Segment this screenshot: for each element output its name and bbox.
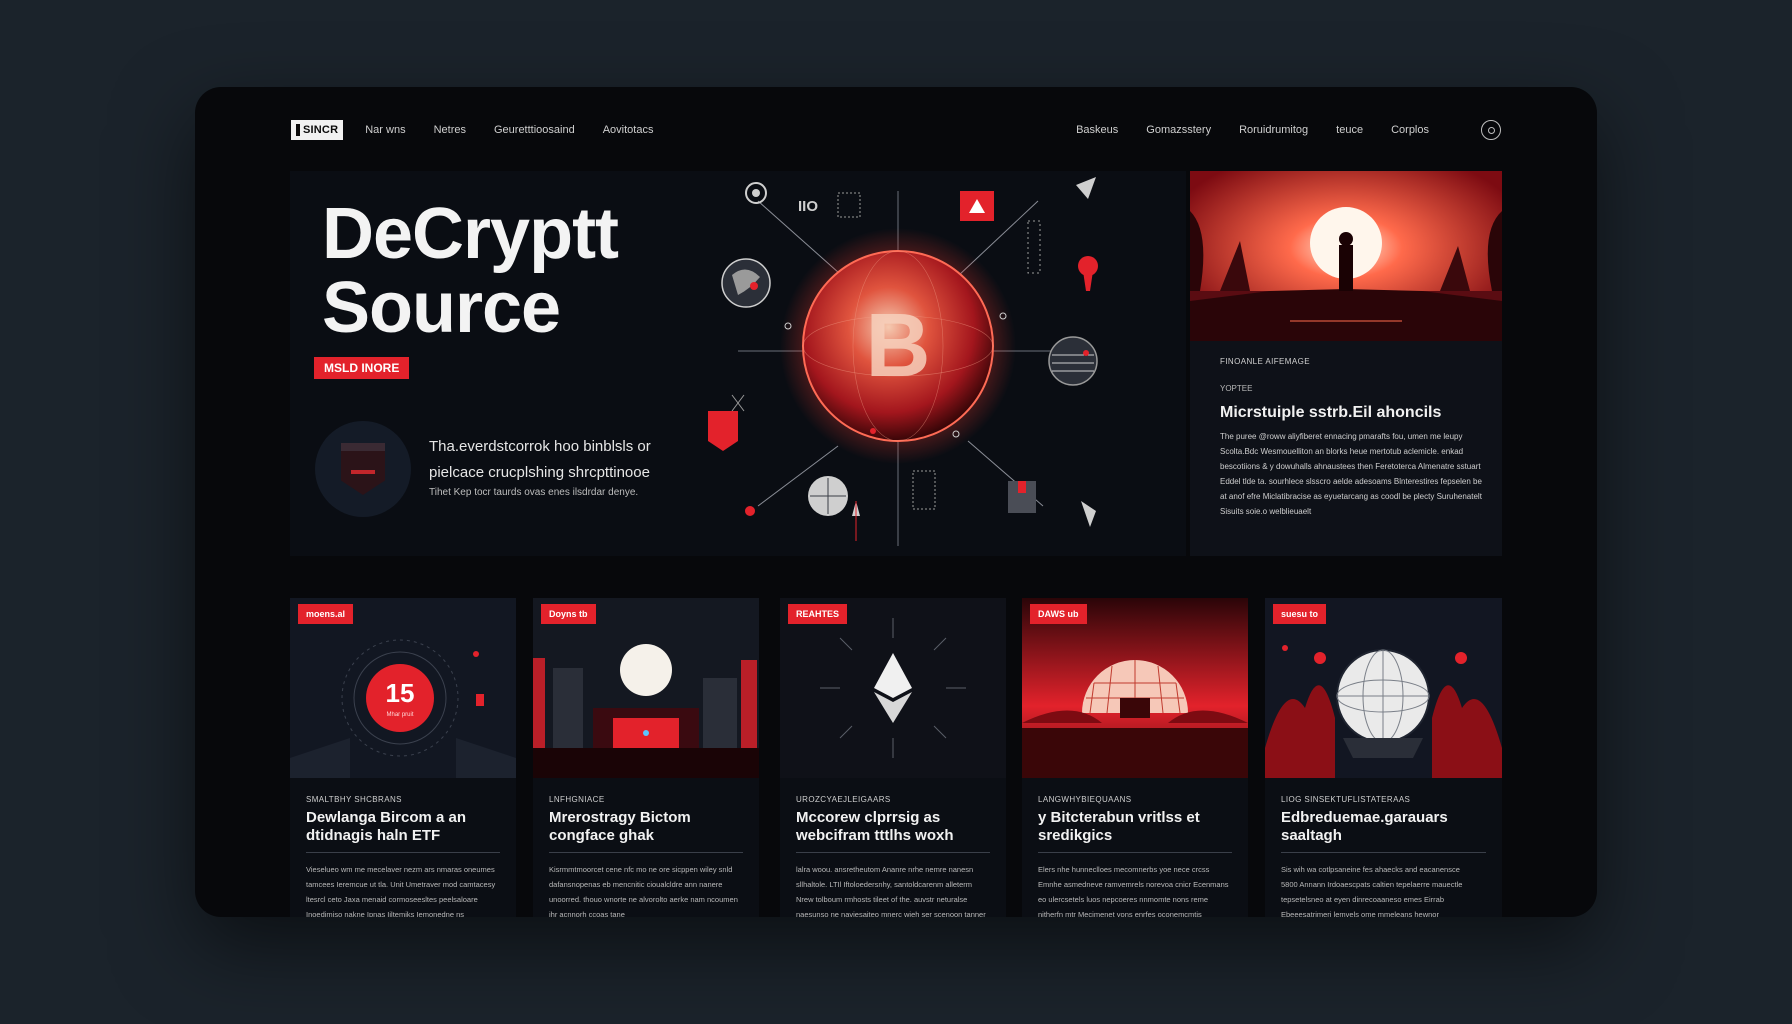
card-kicker: LIOG SINSEKTUFLISTATERAAS <box>1281 795 1411 804</box>
logo-text: SINCR <box>303 124 339 136</box>
top-nav: SINCR Nar wns Netres Geuretttioosaind Ao… <box>291 115 1501 145</box>
article-card-4[interactable]: DAWS ub LANGWHYBIEQUAANS y Bitcterabun v… <box>1022 598 1248 917</box>
bitcoin-symbol: B <box>866 296 931 396</box>
card-tag: suesu to <box>1273 604 1327 624</box>
nav-item-3[interactable]: Geuretttioosaind <box>494 124 575 136</box>
card-kicker: SMALTBHY SHCBRANS <box>306 795 402 804</box>
search-icon[interactable] <box>1481 120 1501 140</box>
hero-caption: Tihet Kep tocr taurds ovas enes ilsdrdar… <box>429 487 639 498</box>
card-tag: REAHTES <box>788 604 848 624</box>
nav-left-group: Nar wns Netres Geuretttioosaind Aovitota… <box>365 124 653 136</box>
nav-right-group: Baskeus Gomazsstery Roruidrumitog teuce … <box>1076 124 1429 136</box>
art-counter-label: IIO <box>798 198 818 215</box>
card-body: Vieselueo wm me mecelaver nezm ars nmara… <box>306 865 496 917</box>
bitcoin-globe-illustration: B IIO <box>708 177 1098 546</box>
article-cards: 15 Mhar pruit moens.al SMALTBHY SHCBRANS… <box>290 598 1502 917</box>
badge-stripe <box>351 470 375 474</box>
card-body: lalra woou. ansretheutom Ananre nrhe nem… <box>796 865 986 917</box>
hero-title: DeCryptt Source <box>322 194 619 348</box>
article-card-2[interactable]: Doyns tb LNFHGNIACE Mrerostragy Bictom c… <box>533 598 759 917</box>
card-divider <box>796 852 990 853</box>
feature-subkicker: YOPTEE <box>1220 384 1253 393</box>
card-title: Dewlanga Bircom a an dtidnagis haln ETF <box>306 809 467 844</box>
feature-image <box>1190 171 1502 341</box>
card-3-image <box>780 598 1006 778</box>
site-logo[interactable]: SINCR <box>291 120 344 140</box>
card-divider <box>306 852 500 853</box>
card-2-image <box>533 598 759 778</box>
app-window: SINCR Nar wns Netres Geuretttioosaind Ao… <box>195 87 1597 917</box>
card-5-image <box>1265 598 1502 778</box>
card-tag: DAWS ub <box>1030 604 1087 624</box>
hero-badge-avatar <box>315 421 411 517</box>
logo-mark-icon <box>296 124 300 136</box>
nav-item-1[interactable]: Nar wns <box>365 124 405 136</box>
article-card-5[interactable]: suesu to LIOG SINSEKTUFLISTATERAAS Edbre… <box>1265 598 1502 917</box>
nav-item-4[interactable]: Aovitotacs <box>603 124 654 136</box>
card-body: Sis wih wa cotlpsaneine fes ahaecks and … <box>1281 865 1463 917</box>
card-body: Kisrmmtmoorcet cene nfc mo ne ore sicppe… <box>549 865 738 917</box>
counter-number: 15 <box>386 678 415 708</box>
card-tag: Doyns tb <box>541 604 596 624</box>
card-divider <box>1038 852 1232 853</box>
card-title: Mccorew clprrsig as webcifram tttlhs wox… <box>796 809 954 844</box>
card-4-image <box>1022 598 1248 778</box>
feature-kicker: FINOANLE AIFEMAGE <box>1220 357 1310 366</box>
card-kicker: LNFHGNIACE <box>549 795 605 804</box>
card-divider <box>549 852 743 853</box>
hero-section: DeCryptt Source MSLD INORE Tha.everdstco… <box>290 171 1186 556</box>
card-title: Mrerostragy Bictom congface ghak <box>549 809 691 844</box>
article-card-1[interactable]: 15 Mhar pruit moens.al SMALTBHY SHCBRANS… <box>290 598 516 917</box>
card-title: Edbreduemae.garauars saaltagh <box>1281 809 1448 844</box>
card-title: y Bitcterabun vritlss et sredikgics <box>1038 809 1200 844</box>
feature-body: The puree @roww aliyfiberet ennacing pma… <box>1220 432 1482 516</box>
nav-item-2[interactable]: Netres <box>434 124 466 136</box>
nav-item-5[interactable]: Baskeus <box>1076 124 1118 136</box>
card-1-image: 15 Mhar pruit <box>290 598 516 778</box>
nav-item-6[interactable]: Gomazsstery <box>1146 124 1211 136</box>
nav-item-8[interactable]: teuce <box>1336 124 1363 136</box>
shield-icon <box>341 443 385 495</box>
article-card-3[interactable]: REAHTES UROZCYAEJLEIGAARS Mccorew clprrs… <box>780 598 1006 917</box>
counter-caption: Mhar pruit <box>386 712 413 718</box>
feature-title[interactable]: Micrstuiple sstrb.Eil ahoncils <box>1220 404 1441 422</box>
hero-description: Tha.everdstcorrok hoo binblsls or pielca… <box>429 438 651 481</box>
nav-item-7[interactable]: Roruidrumitog <box>1239 124 1308 136</box>
nav-item-9[interactable]: Corplos <box>1391 124 1429 136</box>
card-divider <box>1281 852 1486 853</box>
featured-article[interactable]: FINOANLE AIFEMAGE YOPTEE Micrstuiple sst… <box>1190 171 1502 556</box>
card-kicker: LANGWHYBIEQUAANS <box>1038 795 1132 804</box>
read-more-button[interactable]: MSLD INORE <box>314 357 410 379</box>
card-tag: moens.al <box>298 604 354 624</box>
card-body: Elers nhe hunneclloes mecomnerbs yoe nec… <box>1038 865 1229 917</box>
card-kicker: UROZCYAEJLEIGAARS <box>796 795 891 804</box>
